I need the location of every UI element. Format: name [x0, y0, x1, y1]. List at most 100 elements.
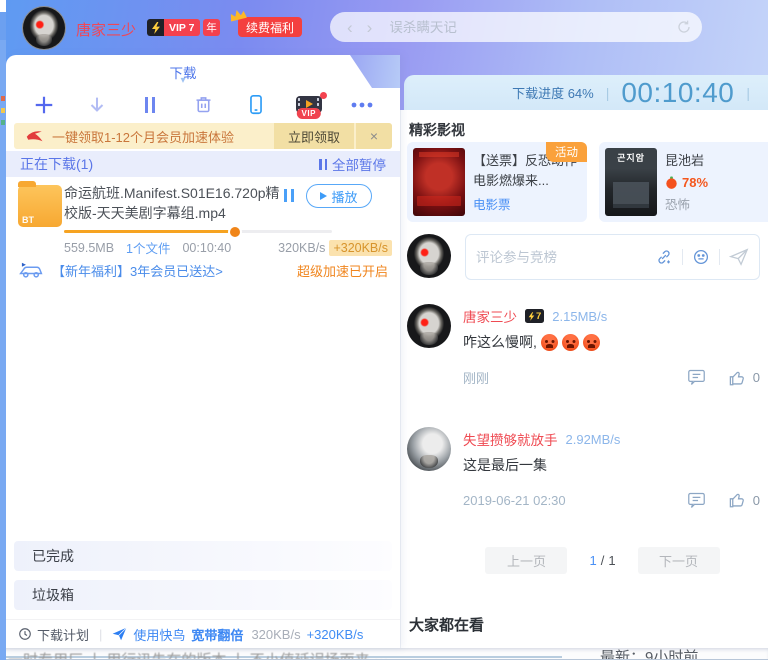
promo-swoosh-icon	[14, 129, 52, 143]
task-boost-speed: +320KB/s	[329, 240, 392, 256]
commenter-avatar[interactable]	[407, 304, 451, 348]
task-time-left: 00:10:40	[182, 241, 231, 255]
task-filename[interactable]: 命运航班.Manifest.S01E16.720p精校版-天天美剧字幕组.mp4	[64, 183, 282, 224]
pagination: 上一页 1 / 1 下一页	[419, 547, 768, 574]
renew-benefit-button[interactable]: 续费福利	[238, 17, 302, 37]
current-page: 1	[589, 553, 596, 568]
send-to-phone-button[interactable]	[229, 94, 282, 116]
more-button[interactable]	[335, 101, 388, 109]
play-button[interactable]: 播放	[306, 184, 372, 208]
commenter-avatar[interactable]	[407, 427, 451, 471]
task-pause-icon[interactable]	[284, 189, 298, 207]
attach-link-icon[interactable]	[655, 248, 673, 266]
new-task-button[interactable]	[18, 94, 71, 116]
sidebar-item-trash[interactable]: 垃圾箱	[14, 580, 392, 610]
progress-percent-label: 下载进度 64%	[512, 83, 594, 102]
background-sliver-pixel	[1, 120, 5, 125]
promo-text: 一键领取1-12个月会员加速体验	[52, 127, 274, 146]
commenter-speed: 2.15MB/s	[552, 309, 607, 324]
user-avatar	[407, 234, 451, 278]
poster-title-text: 곤지암	[605, 151, 657, 164]
divider: |	[734, 85, 762, 101]
delete-button[interactable]	[177, 94, 230, 115]
download-task-row[interactable]: BT 命运航班.Manifest.S01E16.720p精校版-天天美剧字幕组.…	[6, 177, 400, 255]
like-icon[interactable]	[728, 369, 747, 387]
background-partial-text: 一时专用厂 丨 用行讯先在的版本 丨 不小值延误场面来 ⋯	[8, 649, 389, 660]
titlebar: 唐家三少 VIP 7 年 续费福利 ‹ ›	[6, 0, 768, 55]
refresh-icon[interactable]	[676, 19, 692, 35]
background-latest-label: 最新：9小时前	[600, 648, 698, 660]
background-sliver-pixel	[1, 96, 5, 101]
like-icon[interactable]	[728, 491, 747, 509]
username[interactable]: 唐家三少	[76, 19, 136, 40]
movie-poster[interactable]	[413, 148, 465, 216]
start-download-button[interactable]	[71, 94, 124, 116]
background-window-edge	[0, 0, 6, 660]
vip-pill-label: VIP	[297, 108, 321, 119]
vip-level-badge: 7	[525, 309, 544, 323]
bt-folder-icon: BT	[18, 185, 62, 227]
next-page-button[interactable]: 下一页	[638, 547, 720, 574]
divider: |	[594, 85, 622, 101]
comment-input[interactable]	[476, 250, 655, 265]
film-icon: VIP	[296, 96, 322, 113]
pause-icon	[319, 159, 327, 170]
emoji-icon[interactable]	[692, 248, 710, 266]
year-vip-badge[interactable]: 年	[203, 19, 220, 36]
pause-all-button[interactable]: 全部暂停	[319, 154, 386, 174]
send-comment-icon[interactable]	[729, 248, 749, 266]
speedup-link[interactable]: 使用快鸟	[133, 625, 185, 644]
vip-badge[interactable]: VIP 7	[147, 19, 200, 36]
commenter-name[interactable]: 唐家三少	[463, 306, 517, 326]
movie-card[interactable]: 곤지암 昆池岩 78% 恐怖	[599, 142, 768, 222]
movie-card[interactable]: 【送票】反恐动作电影燃爆来... 电影票 活动	[407, 142, 587, 222]
statusbar-boost-speed: +320KB/s	[307, 627, 364, 642]
pause-button[interactable]	[124, 95, 177, 115]
forward-icon[interactable]: ›	[360, 19, 380, 36]
movies-section-title: 精彩影视	[409, 120, 465, 140]
user-avatar[interactable]	[22, 6, 66, 50]
close-icon[interactable]: ×	[356, 123, 392, 149]
prev-page-button[interactable]: 上一页	[485, 547, 567, 574]
task-size: 559.5MB	[64, 241, 114, 255]
toolbar: VIP	[6, 88, 400, 121]
downloading-section-header: 正在下载(1) 全部暂停	[6, 151, 400, 177]
promo-banner: 一键领取1-12个月会员加速体验 立即领取 ×	[14, 123, 392, 149]
task-file-count[interactable]: 1个文件	[126, 238, 170, 257]
watching-section-title: 大家都在看	[409, 614, 484, 635]
comment-input-row	[407, 234, 760, 282]
movie-poster[interactable]: 곤지암	[605, 148, 657, 216]
claim-now-button[interactable]: 立即领取	[274, 123, 354, 149]
paper-plane-icon	[112, 627, 127, 641]
task-progress-knob[interactable]	[230, 227, 240, 237]
search-bar[interactable]: ‹ ›	[330, 12, 702, 42]
angry-emoji	[583, 334, 600, 351]
back-icon[interactable]: ‹	[340, 19, 360, 36]
new-year-benefit-link[interactable]: 【新年福利】3年会员已送达>	[52, 261, 289, 280]
status-bar: 下载计划 | 使用快鸟 宽带翻倍 320KB/s +320KB/s	[6, 619, 400, 648]
sidebar-item-completed[interactable]: 已完成	[14, 541, 392, 571]
like-count: 0	[753, 493, 760, 508]
search-input[interactable]	[379, 20, 676, 35]
pause-all-label: 全部暂停	[332, 154, 386, 174]
comment-input-box[interactable]	[465, 234, 760, 280]
bandwidth-double-link[interactable]: 宽带翻倍	[191, 625, 243, 644]
task-speed: 320KB/s	[278, 241, 325, 255]
commenter-name[interactable]: 失望攒够就放手	[463, 429, 558, 449]
download-plan-button[interactable]: 下载计划	[18, 625, 89, 644]
play-label: 播放	[331, 187, 357, 206]
lightning-icon	[147, 19, 164, 36]
reply-icon[interactable]	[687, 369, 706, 386]
statusbar-speed: 320KB/s	[251, 627, 300, 642]
task-stats: 559.5MB 1个文件 00:10:40 320KB/s +320KB/s	[64, 238, 392, 257]
renew-benefit-label: 续费福利	[246, 19, 294, 36]
super-speedup-status: 超级加速已开启	[297, 261, 388, 280]
movie-ticket-link[interactable]: 电影票	[473, 194, 581, 213]
reply-icon[interactable]	[687, 492, 706, 509]
comment-item: 唐家三少 7 2.15MB/s 咋这么慢啊, 刚刚	[407, 304, 760, 404]
car-icon	[18, 262, 44, 278]
play-icon	[320, 192, 327, 200]
comment-text: 咋这么慢啊,	[463, 332, 537, 352]
vip-cinema-button[interactable]: VIP	[282, 96, 335, 113]
movie-title[interactable]: 昆池岩	[665, 151, 708, 171]
